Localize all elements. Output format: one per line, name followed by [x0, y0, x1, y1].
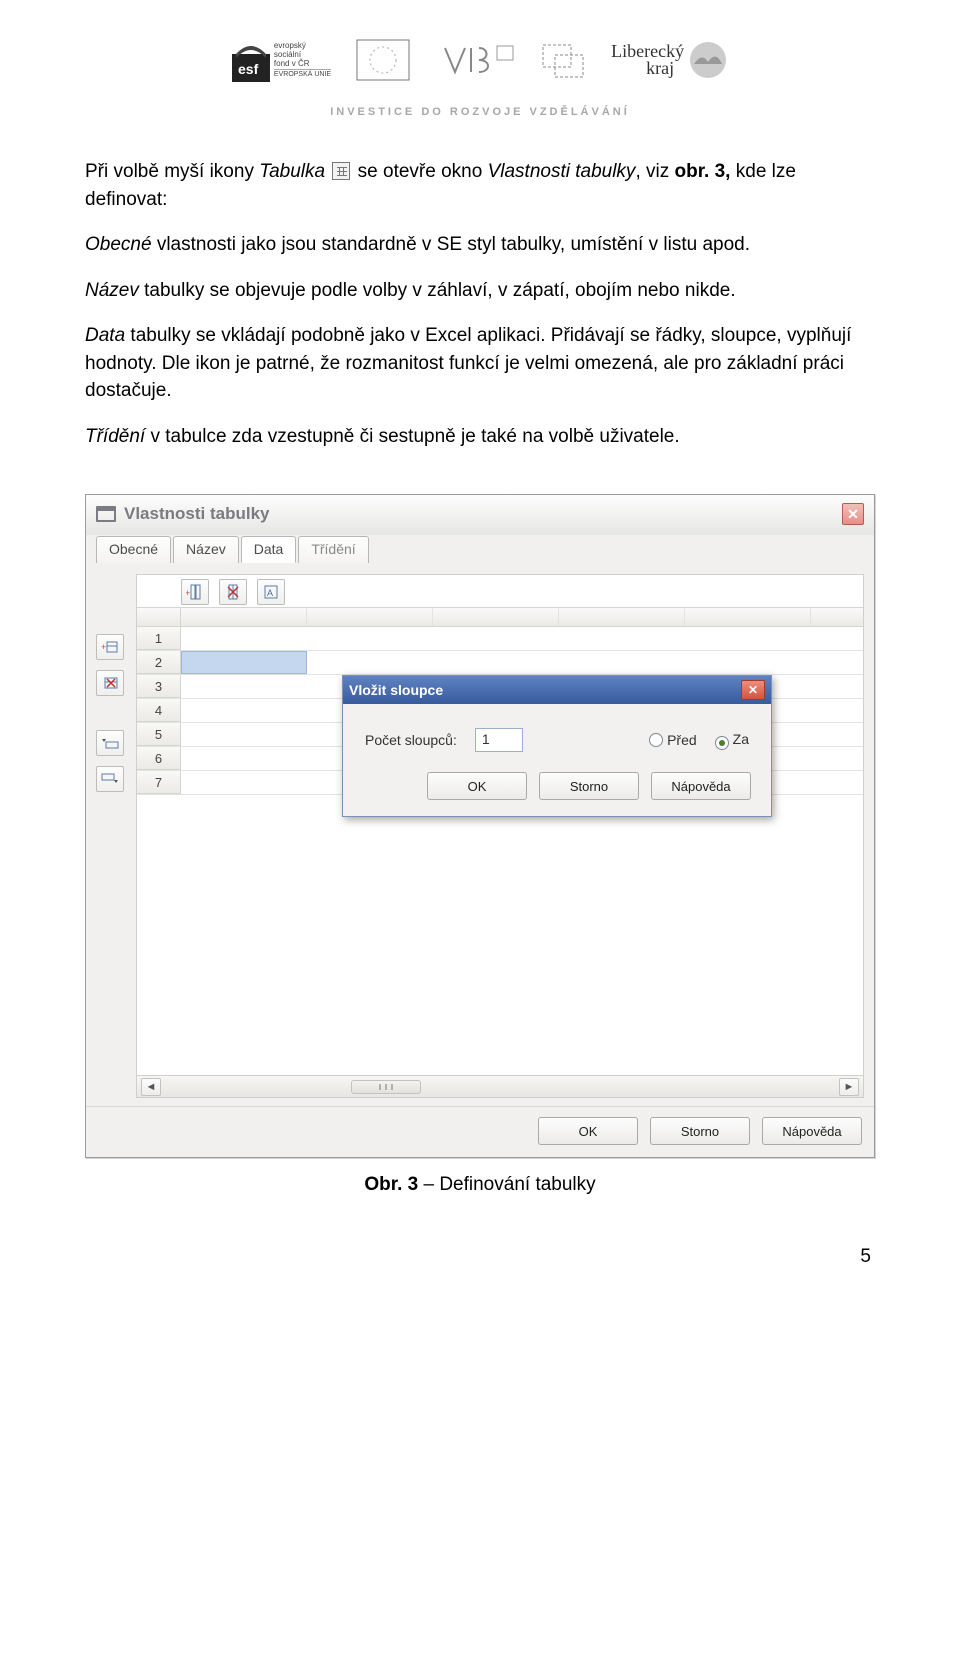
- close-icon[interactable]: ✕: [842, 503, 864, 525]
- svg-text:+: +: [101, 642, 106, 652]
- table-properties-dialog: Vlastnosti tabulky ✕ Obecné Název Data T…: [85, 494, 875, 1158]
- radio-after[interactable]: Za: [715, 731, 749, 750]
- insert-columns-dialog: Vložit sloupce ✕ Počet sloupců: 1 Před Z…: [342, 675, 772, 817]
- close-icon[interactable]: ✕: [741, 680, 765, 700]
- delete-column-button[interactable]: [219, 579, 247, 605]
- inner-dialog-title: Vložit sloupce: [349, 682, 443, 698]
- radio-before[interactable]: Před: [649, 732, 697, 748]
- window-icon: [96, 506, 116, 522]
- inner-button-row: OK Storno Nápověda: [343, 772, 771, 816]
- svg-text:esf: esf: [238, 61, 259, 77]
- esf-text3: fond v ČR: [274, 59, 331, 70]
- table-icon: [332, 162, 350, 180]
- move-row-up-button[interactable]: [96, 730, 124, 756]
- esf-text2: sociální: [274, 50, 331, 59]
- row-number[interactable]: 4: [137, 699, 181, 722]
- top-toolbar: + A: [181, 579, 285, 605]
- grid-blank: [137, 795, 863, 1075]
- column-width-button[interactable]: A: [257, 579, 285, 605]
- row-number[interactable]: 1: [137, 627, 181, 650]
- help-button[interactable]: Nápověda: [651, 772, 751, 800]
- paragraph-2: Obecné vlastnosti jako jsou standardně v…: [85, 231, 875, 259]
- count-label: Počet sloupců:: [365, 732, 457, 748]
- paragraph-5: Třídění v tabulce zda vzestupně či sestu…: [85, 423, 875, 451]
- paragraph-1: Při volbě myší ikony Tabulka se otevře o…: [85, 158, 875, 213]
- scroll-thumb[interactable]: [351, 1080, 421, 1094]
- scroll-right-icon[interactable]: ►: [839, 1078, 859, 1096]
- ok-button[interactable]: OK: [427, 772, 527, 800]
- tab-row: Obecné Název Data Třídění: [86, 535, 874, 562]
- paragraph-4: Data tabulky se vkládají podobně jako v …: [85, 322, 875, 405]
- add-row-button[interactable]: +: [96, 634, 124, 660]
- figure-caption: Obr. 3 – Definování tabulky: [85, 1174, 875, 1196]
- investice-slogan: INVESTICE DO ROZVOJE VZDĚLÁVÁNÍ: [85, 106, 875, 118]
- dialog-titlebar: Vlastnosti tabulky ✕: [86, 495, 874, 536]
- row-number[interactable]: 5: [137, 723, 181, 746]
- paragraph-3: Název tabulky se objevuje podle volby v …: [85, 277, 875, 305]
- logo-band: esf evropský sociální fond v ČR EVROPSKÁ…: [85, 20, 875, 100]
- dialog-workarea: + +: [86, 562, 874, 1106]
- cancel-button[interactable]: Storno: [650, 1117, 750, 1145]
- dialog-button-row: OK Storno Nápověda: [86, 1106, 874, 1157]
- horizontal-scrollbar[interactable]: ◄ ►: [137, 1075, 863, 1097]
- ministry-logo: [435, 38, 515, 82]
- inner-dialog-titlebar: Vložit sloupce ✕: [343, 676, 771, 704]
- left-toolbar: +: [96, 574, 130, 1098]
- liberecky-kraj-logo: Liberecký kraj: [611, 40, 728, 80]
- svg-text:+: +: [186, 588, 190, 598]
- scroll-left-icon[interactable]: ◄: [141, 1078, 161, 1096]
- row-number[interactable]: 3: [137, 675, 181, 698]
- row-number[interactable]: 7: [137, 771, 181, 794]
- esf-text1: evropský: [274, 41, 331, 50]
- selected-cell[interactable]: [181, 651, 307, 674]
- ok-button[interactable]: OK: [538, 1117, 638, 1145]
- dialog-title-text: Vlastnosti tabulky: [124, 504, 269, 524]
- delete-row-button[interactable]: [96, 670, 124, 696]
- grid-header: [137, 607, 863, 627]
- insert-column-button[interactable]: +: [181, 579, 209, 605]
- page-number: 5: [85, 1246, 875, 1268]
- help-button[interactable]: Nápověda: [762, 1117, 862, 1145]
- tab-data[interactable]: Data: [241, 536, 297, 563]
- data-grid[interactable]: + A 1 2 3 4: [136, 574, 864, 1098]
- esf-logo: esf evropský sociální fond v ČR EVROPSKÁ…: [232, 38, 331, 82]
- move-row-down-button[interactable]: [96, 766, 124, 792]
- eu-text: EVROPSKÁ UNIE: [274, 71, 331, 79]
- eu-flag-logo: [355, 38, 411, 82]
- svg-text:A: A: [267, 588, 273, 598]
- tab-nazev[interactable]: Název: [173, 536, 239, 563]
- row-number[interactable]: 2: [137, 651, 181, 674]
- inner-dialog-body: Počet sloupců: 1 Před Za: [343, 704, 771, 772]
- kraj-text2: kraj: [611, 60, 684, 77]
- column-count-input[interactable]: 1: [475, 728, 523, 752]
- rectangles-logo: [539, 39, 587, 81]
- tab-trideni[interactable]: Třídění: [298, 536, 368, 563]
- tab-obecne[interactable]: Obecné: [96, 536, 171, 563]
- row-number[interactable]: 6: [137, 747, 181, 770]
- cancel-button[interactable]: Storno: [539, 772, 639, 800]
